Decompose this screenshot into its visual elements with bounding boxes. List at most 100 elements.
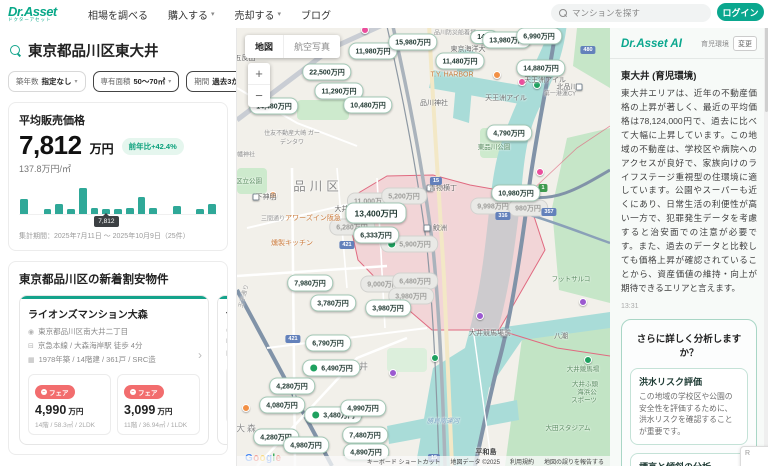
chart-bar-slot [31, 185, 41, 214]
price-pill[interactable]: 6,990万円 [516, 28, 562, 45]
chart-bar[interactable] [208, 204, 216, 214]
listing-price-unit: 万円 [66, 407, 83, 416]
chart-bar[interactable] [44, 209, 52, 214]
listing-price-box[interactable]: −フェア16 22 [226, 366, 227, 424]
ai-change-button[interactable]: 変更 [733, 36, 757, 51]
price-pill[interactable]: 6,490万円 [302, 360, 360, 377]
login-button[interactable]: ログイン [717, 3, 764, 21]
ai-brand-title: Dr.Asset AI [621, 38, 682, 50]
green-poi-dot[interactable] [431, 354, 439, 362]
listing-price-boxes: −フェア16 22 [226, 366, 227, 424]
chevron-down-icon: ▾ [278, 10, 282, 18]
ai-suggestion-card[interactable]: 標高と傾斜の分析標高と傾斜のデータを用いて、自然災害のリスクや眺望の良さを評価で… [630, 453, 748, 466]
price-pill[interactable]: 4,790万円 [486, 125, 532, 142]
map-label: 燻製キッチン [271, 238, 313, 248]
map-label: フットサルコ [552, 273, 591, 283]
price-history-bar-chart[interactable]: 7,812 [19, 185, 217, 215]
price-pill[interactable]: 7,980万円 [287, 275, 333, 292]
yoy-badge: 前年比+42.4% [122, 138, 184, 155]
chart-bar[interactable] [196, 209, 204, 214]
map-attribution-link[interactable]: 地図の誤りを報告する [544, 457, 604, 466]
price-pill-label: 5,900万円 [399, 239, 431, 249]
price-pill[interactable]: 3,980万円 [365, 300, 411, 317]
purple-poi-dot[interactable] [579, 298, 587, 306]
price-pill[interactable]: 4,990万円 [340, 400, 386, 417]
filter-chip-築年数[interactable]: 築年数 指定なし▾ [8, 71, 86, 92]
brand-logo[interactable]: Dr.Asset ドクターアセット [8, 5, 78, 23]
price-pill[interactable]: 13,400万円 [346, 203, 407, 224]
chevron-right-icon[interactable]: › [198, 348, 202, 362]
chevron-down-icon: ▾ [168, 78, 171, 85]
header-search-input[interactable]: マンションを探す [551, 4, 711, 22]
chart-bar[interactable] [126, 208, 134, 214]
price-pill[interactable]: 6,333万円 [353, 227, 399, 244]
map-zoom-control: + − [248, 63, 270, 107]
purple-poi-dot[interactable] [476, 312, 484, 320]
nav-item-売却する[interactable]: 売却する▾ [235, 7, 282, 22]
recaptcha-badge-partial[interactable]: R [740, 446, 768, 466]
chart-bar-slot [148, 185, 158, 214]
purple-poi-dot[interactable] [389, 369, 397, 377]
chart-bar[interactable] [114, 209, 122, 214]
chart-bar[interactable] [149, 208, 157, 214]
nav-item-ブログ[interactable]: ブログ [301, 7, 331, 22]
ai-suggestion-title: 洪水リスク評価 [639, 375, 739, 388]
map-tab[interactable]: 地図 [245, 35, 283, 58]
train-icon: ⊟ [28, 342, 34, 350]
price-pill[interactable]: 10,480万円 [343, 97, 392, 114]
chart-bar[interactable] [67, 209, 75, 214]
listing-price-box[interactable]: −フェア4,990 万円14階 / 58.3㎡ / 2LDK [28, 374, 111, 435]
fair-badge: −フェア [124, 385, 164, 399]
orange-poi-dot[interactable] [493, 71, 501, 79]
price-pill[interactable]: 6,790万円 [305, 335, 351, 352]
listing-price-box[interactable]: −フェア3,099 万円11階 / 36.94㎡ / 1LDK [117, 374, 200, 435]
fair-badge-icon: − [130, 389, 136, 395]
listing-card[interactable]: ザ・◉⊟▦2−フェア16 22› [217, 295, 227, 445]
price-pill[interactable]: 4,080万円 [259, 397, 305, 414]
new-listings-title: 東京都品川区の新着割安物件 [19, 271, 217, 287]
price-pill[interactable]: 7,480万円 [342, 427, 388, 444]
chart-bar[interactable] [173, 206, 181, 214]
nav-item-label: 購入する [168, 7, 208, 22]
chart-bar[interactable] [20, 199, 28, 214]
price-pill[interactable]: 10,980万円 [491, 185, 540, 202]
price-pill[interactable]: 3,780万円 [310, 295, 356, 312]
orange-poi-dot[interactable] [242, 404, 250, 412]
map-attribution-bar: キーボード ショートカット 地図データ ©2025 利用規約 地図の誤りを報告する [237, 456, 610, 466]
filter-chip-期間[interactable]: 期間 過去3か月 [186, 71, 237, 92]
area-search-icon [10, 45, 21, 56]
chart-bar[interactable] [91, 208, 99, 214]
page-scrollbar[interactable] [764, 0, 768, 466]
chart-bar[interactable] [55, 204, 63, 214]
listing-price-detail: 14階 / 58.3㎡ / 2LDK [35, 419, 104, 429]
station-poi-dot[interactable] [424, 225, 431, 232]
price-pill[interactable]: 22,500万円 [302, 64, 351, 81]
zoom-out-button[interactable]: − [248, 85, 270, 107]
price-pill-label: 4,990万円 [347, 403, 379, 413]
price-pill[interactable]: 11,480万円 [435, 53, 484, 70]
filter-chip-専有面積[interactable]: 専有面積 50〜70㎡▾ [93, 71, 180, 92]
ai-suggestion-title: 標高と傾斜の分析 [639, 460, 739, 466]
map-canvas[interactable]: 地図 航空写真 + − Google キーボード ショートカット地図データ ©2… [237, 28, 610, 466]
ai-suggestion-card[interactable]: 洪水リスク評価この地域の学校区や公園の安全性を評価するために、洪水リスクを確認す… [630, 368, 748, 445]
nav-item-相場を調べる[interactable]: 相場を調べる [88, 7, 148, 22]
map-attribution-link[interactable]: 地図データ ©2025 [451, 457, 500, 466]
price-pill[interactable]: 15,980万円 [388, 34, 437, 51]
pink-poi-dot[interactable] [536, 168, 544, 176]
fair-badge: −フェア [35, 385, 75, 399]
zoom-in-button[interactable]: + [248, 63, 270, 85]
price-pill[interactable]: 4,980万円 [283, 437, 329, 454]
price-pill[interactable]: 4,280万円 [269, 378, 315, 395]
filter-chip-value: 50〜70㎡ [134, 76, 166, 87]
ai-message-timestamp: 13:31 [621, 303, 757, 310]
price-pill[interactable]: 14,880万円 [516, 60, 565, 77]
map-attribution-link[interactable]: キーボード ショートカット [367, 457, 441, 466]
area-query-title[interactable]: 東京都品川区東大井 [28, 40, 159, 61]
chart-bar[interactable] [79, 188, 87, 214]
satellite-tab[interactable]: 航空写真 [283, 35, 340, 58]
aggregation-period-caption: 集計期間：2025年7月11日 〜 2025年10月9日（25件） [19, 231, 217, 241]
chart-bar[interactable] [138, 197, 146, 214]
map-attribution-link[interactable]: 利用規約 [510, 457, 534, 466]
listing-card[interactable]: ライオンズマンション大森◉東京都品川区南大井二丁目⊟京急本線 / 大森海岸駅 徒… [19, 295, 209, 445]
nav-item-購入する[interactable]: 購入する▾ [168, 7, 215, 22]
